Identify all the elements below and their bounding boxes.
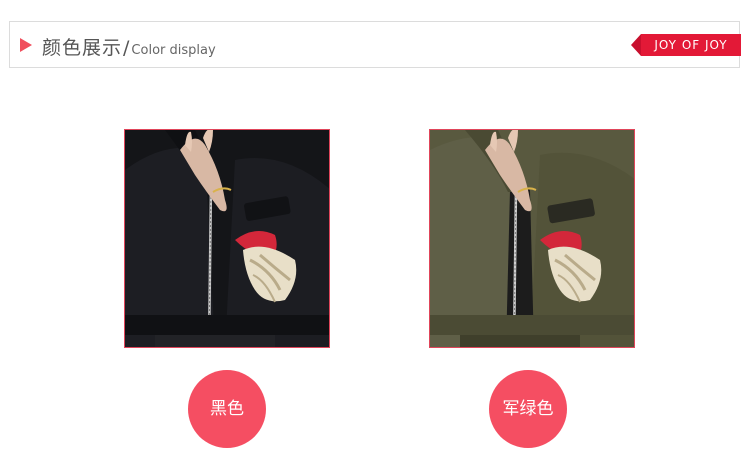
brand-name: JOY OF JOY xyxy=(641,34,741,56)
product-image-black xyxy=(124,129,330,348)
brand-tag: JOY OF JOY xyxy=(631,34,741,56)
color-option-army-green[interactable]: 军绿色 xyxy=(489,370,567,448)
color-option-black[interactable]: 黑色 xyxy=(188,370,266,448)
title-separator: / xyxy=(123,37,131,59)
section-title-cn: 颜色展示 xyxy=(42,37,123,59)
section-title-en: Color display xyxy=(131,43,216,58)
play-arrow-icon xyxy=(20,38,32,52)
brand-tag-tip xyxy=(631,34,641,56)
product-image-green xyxy=(429,129,635,348)
section-title: 颜色展示/Color display xyxy=(42,33,216,60)
section-header: 颜色展示/Color display JOY OF JOY xyxy=(9,21,741,68)
